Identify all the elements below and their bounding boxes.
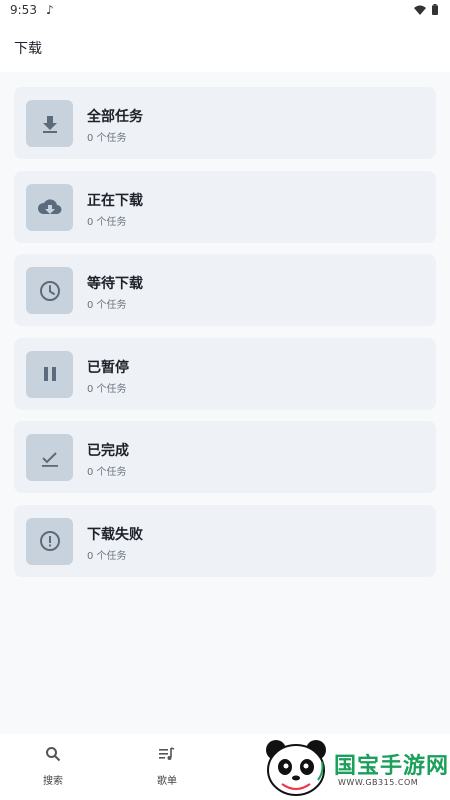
nav-label-search: 搜索 [43, 776, 63, 787]
status-bar: 9:53 ♪ [0, 0, 450, 22]
music-note-icon: ♪ [46, 3, 54, 17]
watermark-url: WWW.GB315.COM [338, 778, 419, 787]
card-subtitle: 0 个任务 [87, 550, 127, 562]
pause-icon [26, 350, 73, 398]
page-title: 下载 [14, 41, 42, 57]
wifi-icon [414, 5, 426, 15]
card-subtitle: 0 个任务 [87, 133, 127, 144]
card-title: 正在下载 [87, 192, 143, 209]
nav-label-playlist: 歌单 [157, 776, 177, 787]
playlist-icon [159, 747, 175, 760]
status-icons [414, 4, 438, 15]
status-time: 9:53 [10, 3, 37, 17]
search-icon [46, 747, 61, 762]
card-subtitle: 0 个任务 [87, 300, 127, 312]
card-title: 全部任务 [87, 109, 143, 125]
card-subtitle: 0 个任务 [87, 467, 127, 479]
download-category-list: 全部任务 0 个任务 正在下载 0 个任务 等待下载 0 个任务 已暂停 0 个… [14, 87, 436, 589]
nav-item-playlist[interactable]: 歌单 [137, 746, 197, 787]
error-icon [26, 517, 73, 565]
watermark: 国宝手游网 WWW.GB315.COM [248, 734, 450, 800]
cloud-download-icon [26, 183, 73, 231]
category-card-paused[interactable]: 已暂停 0 个任务 [14, 337, 436, 410]
panda-logo [266, 740, 326, 796]
card-title: 已完成 [87, 443, 129, 460]
clock-icon [26, 267, 73, 315]
category-card-waiting[interactable]: 等待下载 0 个任务 [14, 254, 436, 327]
category-card-all[interactable]: 全部任务 0 个任务 [14, 87, 436, 159]
nav-item-search[interactable]: 搜索 [23, 746, 83, 787]
download-icon [26, 100, 73, 147]
card-title: 下载失败 [87, 526, 143, 543]
category-card-failed[interactable]: 下载失败 0 个任务 [14, 504, 436, 577]
category-card-completed[interactable]: 已完成 0 个任务 [14, 421, 436, 494]
card-subtitle: 0 个任务 [87, 383, 127, 395]
card-title: 已暂停 [87, 359, 129, 376]
check-icon [26, 434, 73, 482]
category-card-downloading[interactable]: 正在下载 0 个任务 [14, 170, 436, 243]
card-subtitle: 0 个任务 [87, 216, 127, 228]
app-bar: 下载 [0, 22, 450, 72]
battery-icon [432, 4, 438, 15]
card-title: 等待下载 [87, 276, 143, 293]
watermark-text: 国宝手游网 [334, 754, 450, 779]
